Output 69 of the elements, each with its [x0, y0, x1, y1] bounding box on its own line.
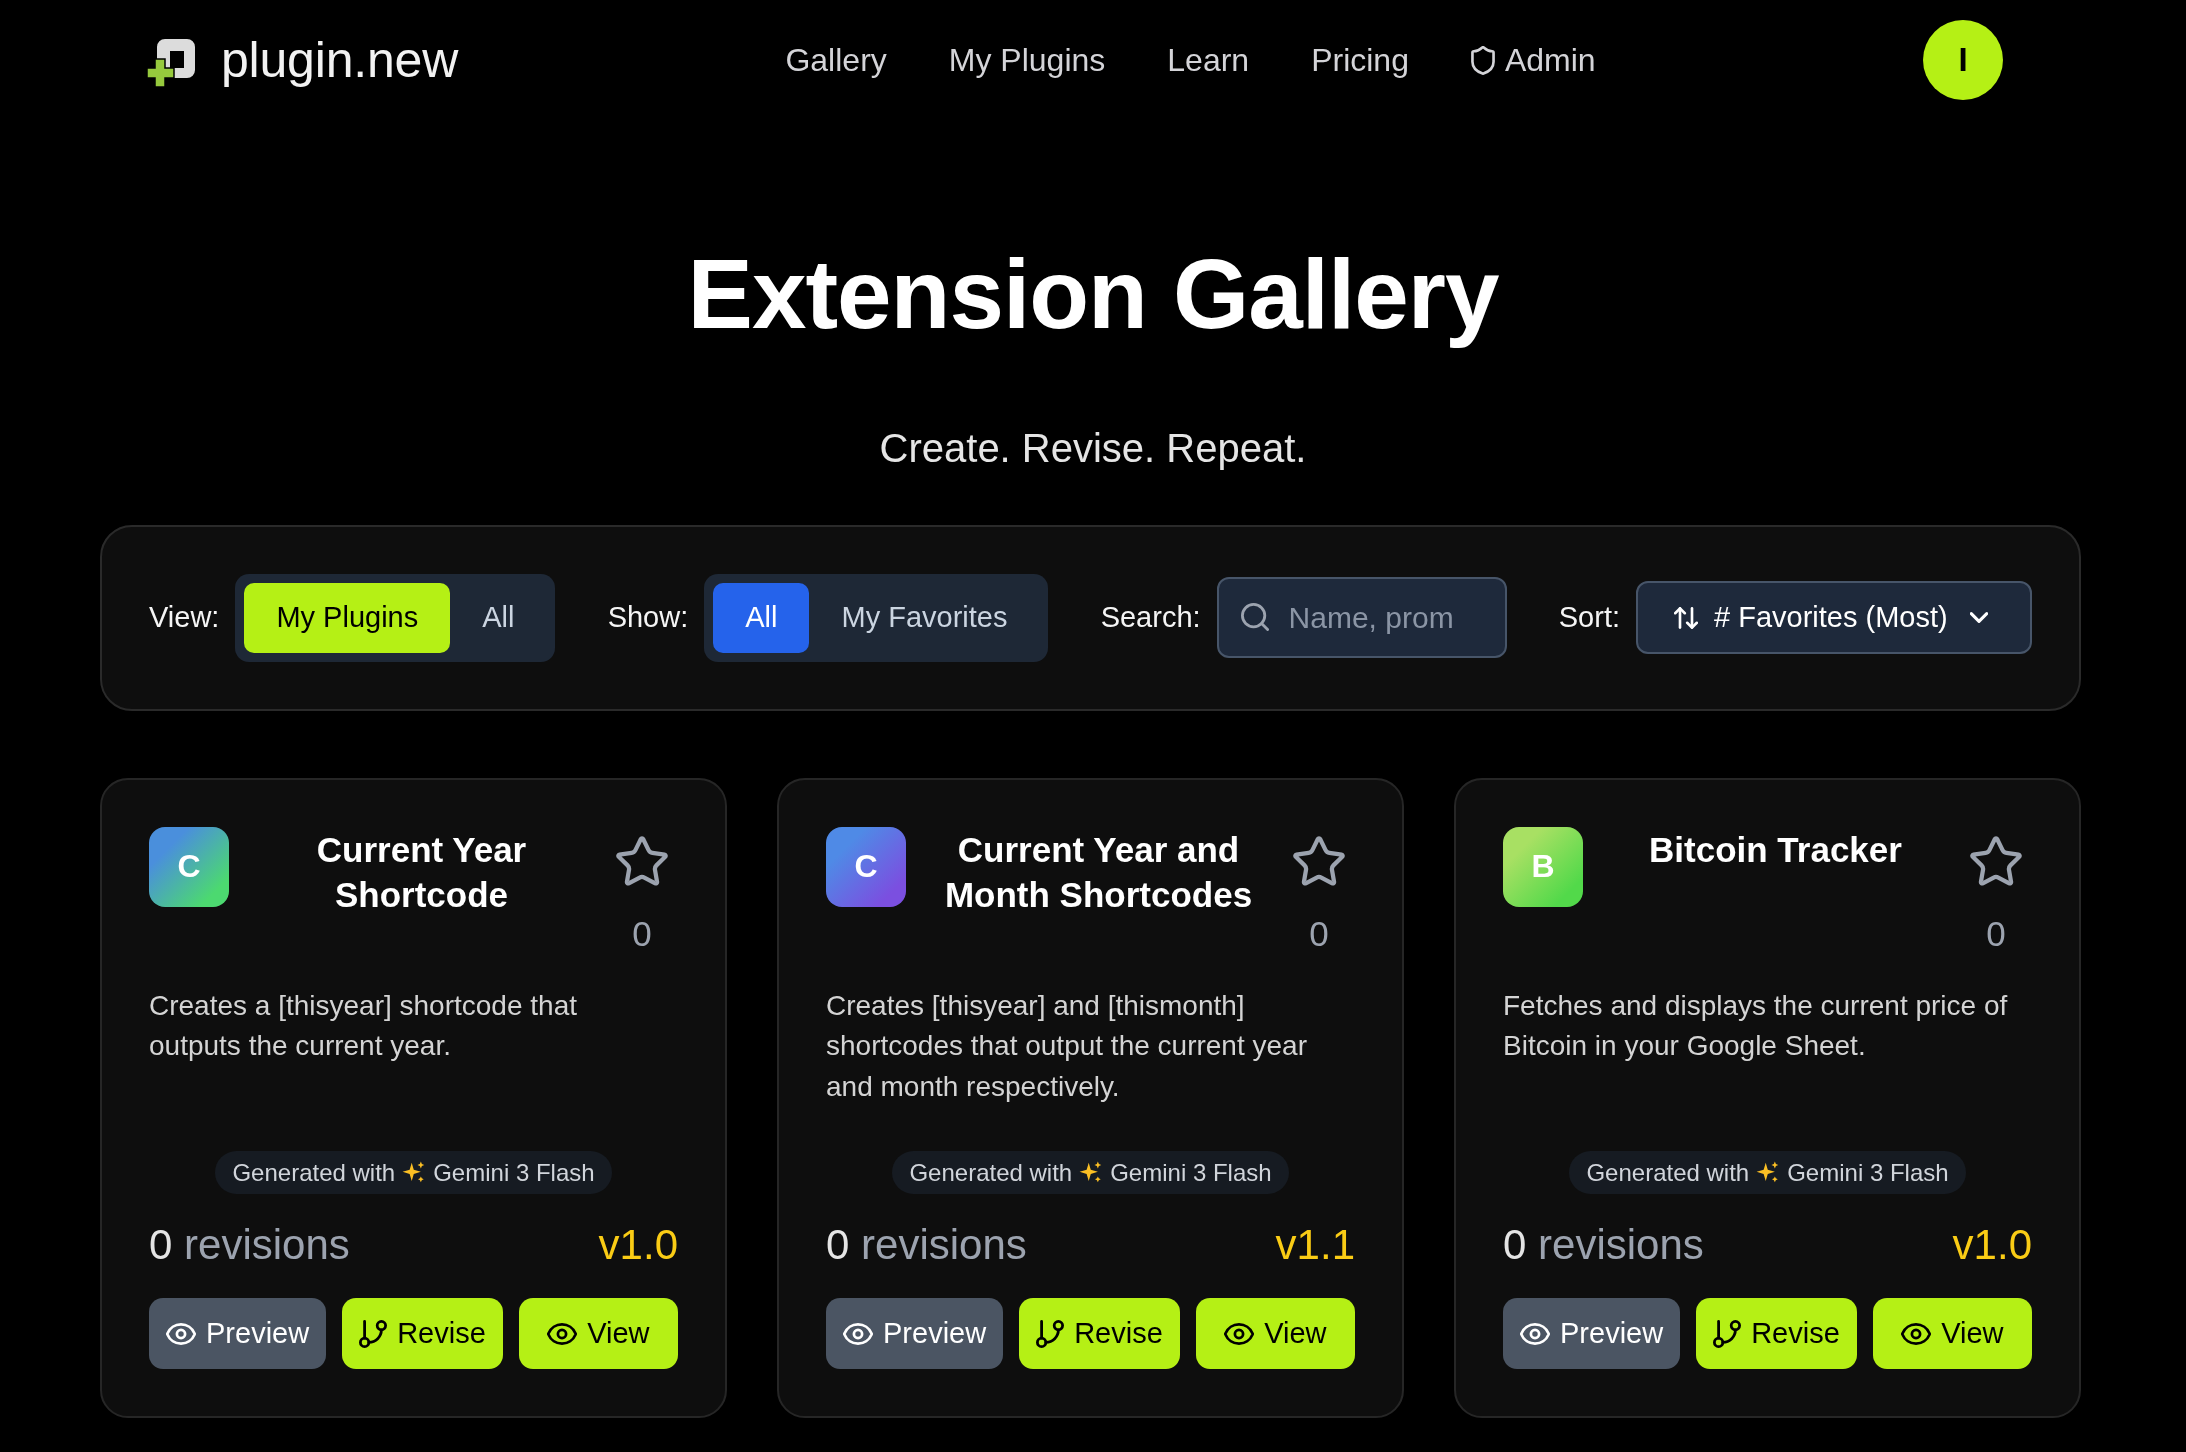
view-button[interactable]: View: [518, 1298, 678, 1370]
revision-count: 0 revisions: [1503, 1220, 1704, 1271]
sort-arrows-icon: [1674, 605, 1698, 630]
card-description: Fetches and displays the current price of Bitcoin in your Google Sheet.: [1503, 988, 2009, 1064]
revise-button[interactable]: Revise: [342, 1298, 503, 1370]
plugin-avatar: B: [1503, 826, 1583, 907]
revision-count: 0 revisions: [826, 1220, 1027, 1271]
badge-label: Generated with: [1586, 1158, 1750, 1187]
preview-button[interactable]: Preview: [1503, 1298, 1681, 1370]
filter-label: Sort:: [1558, 601, 1620, 635]
star-icon[interactable]: [616, 835, 668, 888]
filter-label: Search:: [1100, 601, 1201, 635]
nav-link[interactable]: Pricing: [1311, 41, 1409, 79]
eye-icon: [1901, 1322, 1932, 1345]
model-name: Gemini 3 Flash: [1787, 1158, 1949, 1187]
filter-label: Show:: [607, 601, 689, 635]
eye-icon: [1224, 1322, 1255, 1345]
logo-icon: [147, 39, 195, 87]
eye-icon: [166, 1322, 196, 1345]
eye-icon: [843, 1322, 873, 1345]
favorite-count: 0: [1986, 912, 2006, 955]
segment-tab[interactable]: My Plugins: [244, 582, 451, 653]
page-title: Extension Gallery: [687, 238, 1499, 351]
nav-link[interactable]: Gallery: [785, 41, 887, 79]
badge-label: Generated with: [232, 1158, 396, 1187]
preview-button[interactable]: Preview: [826, 1298, 1004, 1370]
chevron-down-icon: [1969, 612, 1988, 624]
revision-count: 0 revisions: [149, 1220, 350, 1271]
branch-icon: [359, 1319, 388, 1348]
model-name: Gemini 3 Flash: [433, 1158, 595, 1187]
eye-icon: [1520, 1322, 1550, 1345]
avatar-button[interactable]: I: [1923, 20, 2003, 100]
version-label: v1.0: [598, 1220, 678, 1271]
model-name: Gemini 3 Flash: [1110, 1158, 1272, 1187]
eye-icon: [547, 1322, 578, 1345]
nav-link[interactable]: My Plugins: [948, 41, 1106, 79]
view-button[interactable]: View: [1872, 1298, 2032, 1370]
favorite-count: 0: [632, 912, 652, 955]
card-description: Creates [thisyear] and [thismonth] shortcodes that output the current year and month respectively.: [826, 988, 1308, 1104]
segment-tab[interactable]: All: [713, 582, 810, 653]
version-label: v1.1: [1275, 1220, 1355, 1271]
revise-button[interactable]: Revise: [1019, 1298, 1180, 1370]
favorite-count: 0: [1309, 912, 1329, 955]
card-title: Current Year and Month Shortcodes: [943, 828, 1254, 916]
badge-label: Generated with: [909, 1158, 1073, 1187]
shield-icon: [1470, 45, 1495, 75]
star-icon[interactable]: [1970, 835, 2022, 888]
segment-tab[interactable]: All: [450, 582, 547, 653]
card-title: Current Year Shortcode: [315, 828, 528, 916]
star-icon[interactable]: [1293, 835, 1345, 888]
segment-tab[interactable]: My Favorites: [809, 582, 1040, 653]
plugin-avatar: C: [826, 826, 906, 907]
page-subtitle: Create. Revise. Repeat.: [879, 424, 1307, 472]
nav-link[interactable]: Admin: [1470, 41, 1596, 79]
revise-button[interactable]: Revise: [1696, 1298, 1857, 1370]
card-title: Bitcoin Tracker: [1648, 828, 1903, 871]
nav-link[interactable]: Learn: [1167, 41, 1250, 79]
version-label: v1.0: [1952, 1220, 2032, 1271]
card-description: Creates a [thisyear] shortcode that outputs the current year.: [149, 988, 578, 1064]
filter-label: View:: [149, 601, 220, 635]
branch-icon: [1036, 1319, 1065, 1348]
view-button[interactable]: View: [1195, 1298, 1355, 1370]
logo-text[interactable]: plugin.new: [221, 31, 459, 89]
search-icon: [1240, 603, 1269, 632]
branch-icon: [1713, 1319, 1742, 1348]
search-field[interactable]: Name, prom: [1216, 577, 1507, 659]
sort-dropdown[interactable]: # Favorites (Most): [1636, 581, 2032, 655]
plugin-avatar: C: [149, 826, 229, 907]
preview-button[interactable]: Preview: [149, 1298, 327, 1370]
